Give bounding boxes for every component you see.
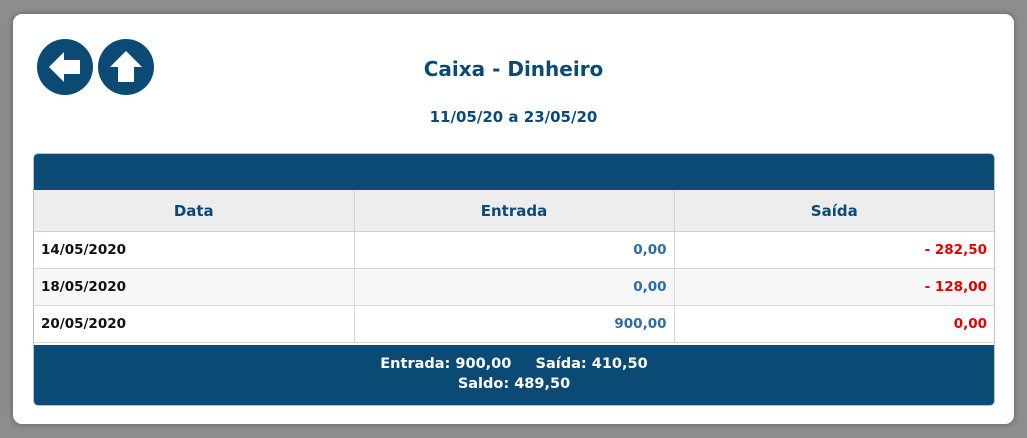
summary-footer: Entrada: 900,00 Saída: 410,50 Saldo: 489…	[34, 345, 994, 405]
saldo-value: 489,50	[514, 376, 571, 392]
cell-entrada: 900,00	[354, 305, 675, 343]
column-header-saida[interactable]: Saída	[674, 190, 994, 232]
summary-line-totals: Entrada: 900,00 Saída: 410,50	[34, 354, 994, 374]
entrada-total-label: Entrada:	[380, 356, 451, 372]
report-card: Caixa - Dinheiro 11/05/20 a 23/05/20 Dat…	[13, 14, 1014, 424]
cell-date: 14/05/2020	[34, 231, 355, 269]
table-row[interactable]: 18/05/2020 0,00 - 128,00	[34, 268, 994, 306]
saida-total-value: 410,50	[591, 356, 648, 372]
cell-entrada: 0,00	[354, 231, 675, 269]
cash-table: Data Entrada Saída 14/05/2020 0,00 - 282…	[33, 153, 995, 406]
saldo-label: Saldo:	[457, 376, 510, 392]
cell-date: 18/05/2020	[34, 268, 355, 306]
column-header-data[interactable]: Data	[34, 190, 355, 232]
cell-saida: - 282,50	[674, 231, 994, 269]
table-row[interactable]: 20/05/2020 900,00 0,00	[34, 305, 994, 343]
cell-saida: 0,00	[674, 305, 994, 343]
cell-entrada: 0,00	[354, 268, 675, 306]
table-row[interactable]: 14/05/2020 0,00 - 282,50	[34, 231, 994, 269]
transactions-table: Data Entrada Saída 14/05/2020 0,00 - 282…	[34, 190, 994, 343]
table-top-bar	[34, 154, 994, 190]
table-header-row: Data Entrada Saída	[34, 190, 994, 232]
saida-total-label: Saída:	[535, 356, 587, 372]
period-range: 11/05/20 a 23/05/20	[429, 108, 598, 126]
cell-date: 20/05/2020	[34, 305, 355, 343]
cell-saida: - 128,00	[674, 268, 994, 306]
column-header-entrada[interactable]: Entrada	[354, 190, 675, 232]
summary-line-saldo: Saldo: 489,50	[34, 374, 994, 394]
entrada-total-value: 900,00	[455, 356, 512, 372]
page-title: Caixa - Dinheiro	[423, 57, 604, 81]
